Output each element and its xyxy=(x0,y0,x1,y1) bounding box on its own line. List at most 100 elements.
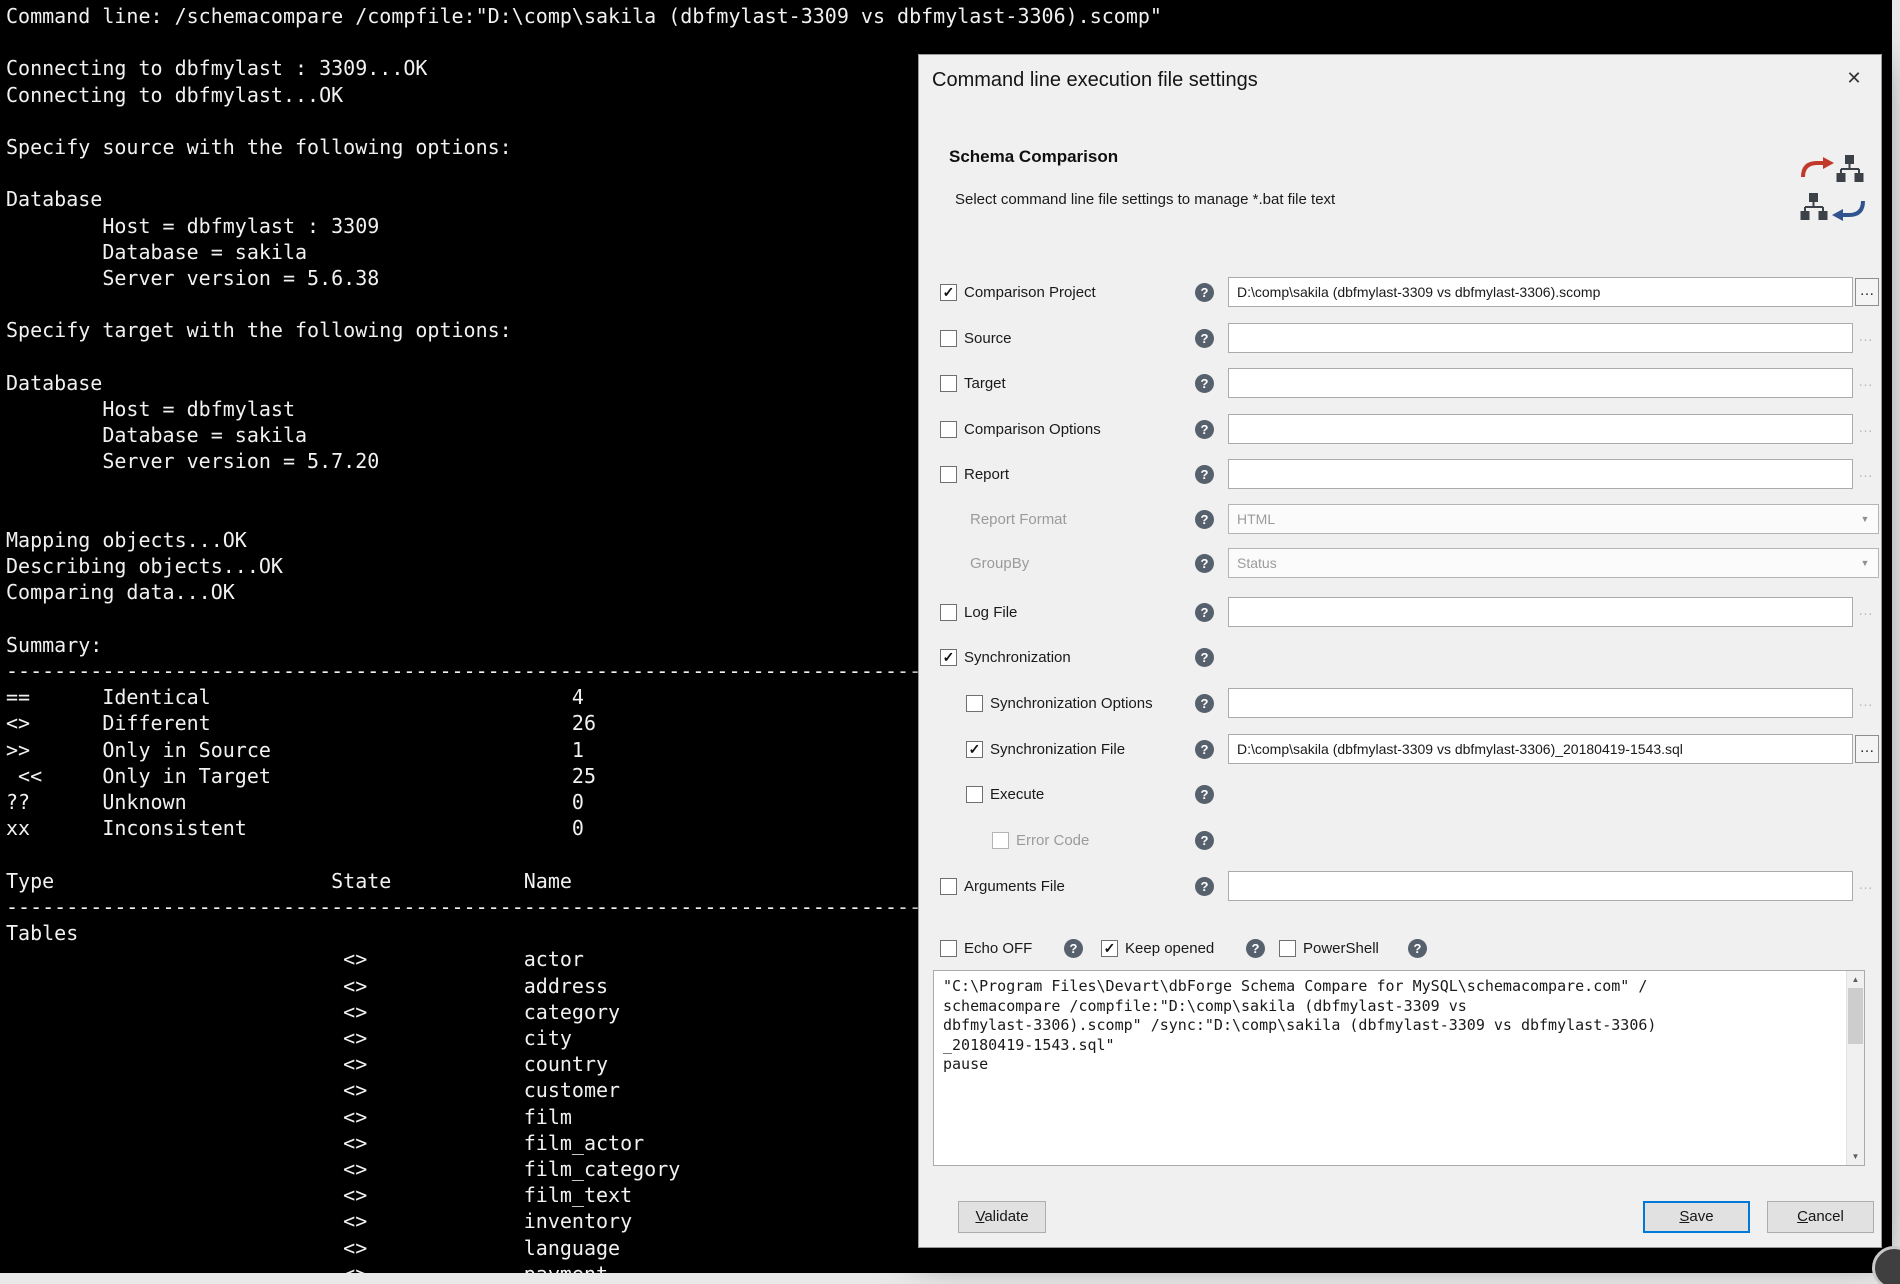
cancel-button[interactable]: Cancel xyxy=(1767,1201,1874,1233)
chevron-down-icon: ▼ xyxy=(1854,505,1876,533)
row-synchronization-options: Synchronization Options ? … xyxy=(919,688,1883,720)
bat-file-text[interactable]: "C:\Program Files\Devart\dbForge Schema … xyxy=(934,971,1864,1081)
browse-button[interactable]: … xyxy=(1855,278,1879,306)
synchronization-file-label: Synchronization File xyxy=(990,741,1125,758)
help-icon[interactable]: ? xyxy=(1195,785,1214,804)
browse-dots-icon: … xyxy=(1858,464,1873,481)
row-report-format: Report Format ? HTML ▼ xyxy=(919,504,1883,536)
help-icon[interactable]: ? xyxy=(1195,648,1214,667)
help-icon[interactable]: ? xyxy=(1246,939,1265,958)
browse-dots-icon: … xyxy=(1858,419,1873,436)
help-icon[interactable]: ? xyxy=(1195,831,1214,850)
groupby-value: Status xyxy=(1237,555,1277,571)
row-comparison-project: Comparison Project ? … xyxy=(919,277,1883,309)
scroll-thumb[interactable] xyxy=(1848,988,1863,1044)
report-input[interactable] xyxy=(1228,459,1853,489)
comparison-options-checkbox[interactable] xyxy=(940,421,957,438)
schema-comparison-subtitle: Select command line file settings to man… xyxy=(955,191,1335,208)
dialog-title: Command line execution file settings xyxy=(932,69,1258,92)
arguments-file-label: Arguments File xyxy=(964,878,1065,895)
row-source: Source ? … xyxy=(919,323,1883,355)
log-file-input[interactable] xyxy=(1228,597,1853,627)
powershell-checkbox[interactable] xyxy=(1279,940,1296,957)
row-log-file: Log File ? … xyxy=(919,597,1883,629)
echo-off-checkbox[interactable] xyxy=(940,940,957,957)
arguments-file-input[interactable] xyxy=(1228,871,1853,901)
scroll-down-icon[interactable]: ▼ xyxy=(1847,1148,1864,1165)
scrollbar[interactable]: ▲ ▼ xyxy=(1846,971,1864,1165)
synchronization-options-input[interactable] xyxy=(1228,688,1853,718)
help-icon[interactable]: ? xyxy=(1195,420,1214,439)
help-icon[interactable]: ? xyxy=(1195,603,1214,622)
browse-dots-icon: … xyxy=(1858,876,1873,893)
keep-opened-checkbox[interactable] xyxy=(1101,940,1118,957)
scroll-up-icon[interactable]: ▲ xyxy=(1847,971,1864,988)
synchronization-file-checkbox[interactable] xyxy=(966,741,983,758)
target-checkbox[interactable] xyxy=(940,375,957,392)
comparison-options-label: Comparison Options xyxy=(964,421,1101,438)
echo-off-label: Echo OFF xyxy=(964,940,1032,957)
groupby-dropdown[interactable]: Status ▼ xyxy=(1228,548,1879,578)
help-icon[interactable]: ? xyxy=(1195,329,1214,348)
synchronization-file-input[interactable] xyxy=(1228,734,1853,764)
groupby-label: GroupBy xyxy=(970,555,1029,572)
validate-button[interactable]: Validate xyxy=(958,1201,1046,1233)
source-label: Source xyxy=(964,330,1012,347)
execute-checkbox[interactable] xyxy=(966,786,983,803)
report-format-dropdown[interactable]: HTML ▼ xyxy=(1228,504,1879,534)
source-checkbox[interactable] xyxy=(940,330,957,347)
help-icon[interactable]: ? xyxy=(1195,694,1214,713)
close-icon[interactable]: ✕ xyxy=(1841,65,1867,91)
row-synchronization-file: Synchronization File ? … xyxy=(919,734,1883,766)
help-icon[interactable]: ? xyxy=(1195,283,1214,302)
help-icon[interactable]: ? xyxy=(1064,939,1083,958)
browse-dots-icon: … xyxy=(1858,373,1873,390)
row-target: Target ? … xyxy=(919,368,1883,400)
browse-button[interactable]: … xyxy=(1855,735,1879,763)
schema-comparison-heading: Schema Comparison xyxy=(949,147,1118,167)
report-checkbox[interactable] xyxy=(940,466,957,483)
synchronization-checkbox[interactable] xyxy=(940,649,957,666)
save-button[interactable]: Save xyxy=(1643,1201,1750,1233)
help-icon[interactable]: ? xyxy=(1195,510,1214,529)
report-format-label: Report Format xyxy=(970,511,1067,528)
arguments-file-checkbox[interactable] xyxy=(940,878,957,895)
row-execute: Execute ? xyxy=(919,779,1883,811)
browse-dots-icon: … xyxy=(1858,328,1873,345)
source-input[interactable] xyxy=(1228,323,1853,353)
comparison-project-label: Comparison Project xyxy=(964,284,1096,301)
screen: Command line: /schemacompare /compfile:"… xyxy=(0,0,1900,1284)
comparison-project-checkbox[interactable] xyxy=(940,284,957,301)
help-icon[interactable]: ? xyxy=(1408,939,1427,958)
help-icon[interactable]: ? xyxy=(1195,877,1214,896)
row-arguments-file: Arguments File ? … xyxy=(919,871,1883,903)
log-file-checkbox[interactable] xyxy=(940,604,957,621)
log-file-label: Log File xyxy=(964,604,1017,621)
row-synchronization: Synchronization ? xyxy=(919,642,1883,674)
row-error-code: Error Code ? xyxy=(919,825,1883,857)
powershell-label: PowerShell xyxy=(1303,940,1379,957)
command-line-settings-dialog: Command line execution file settings ✕ S… xyxy=(918,54,1882,1248)
row-report: Report ? … xyxy=(919,459,1883,491)
comparison-options-input[interactable] xyxy=(1228,414,1853,444)
synchronization-label: Synchronization xyxy=(964,649,1071,666)
error-code-checkbox[interactable] xyxy=(992,832,1009,849)
help-icon[interactable]: ? xyxy=(1195,374,1214,393)
error-code-label: Error Code xyxy=(1016,832,1089,849)
help-icon[interactable]: ? xyxy=(1195,465,1214,484)
help-icon[interactable]: ? xyxy=(1195,554,1214,573)
synchronization-options-checkbox[interactable] xyxy=(966,695,983,712)
bat-file-preview[interactable]: "C:\Program Files\Devart\dbForge Schema … xyxy=(933,970,1865,1166)
browse-dots-icon: … xyxy=(1858,693,1873,710)
comparison-project-input[interactable] xyxy=(1228,277,1853,307)
row-comparison-options: Comparison Options ? … xyxy=(919,414,1883,446)
row-groupby: GroupBy ? Status ▼ xyxy=(919,548,1883,580)
target-input[interactable] xyxy=(1228,368,1853,398)
execute-label: Execute xyxy=(990,786,1044,803)
browse-dots-icon: … xyxy=(1858,602,1873,619)
schema-comparison-icon xyxy=(1797,153,1869,225)
target-label: Target xyxy=(964,375,1006,392)
report-label: Report xyxy=(964,466,1009,483)
synchronization-options-label: Synchronization Options xyxy=(990,695,1153,712)
help-icon[interactable]: ? xyxy=(1195,740,1214,759)
